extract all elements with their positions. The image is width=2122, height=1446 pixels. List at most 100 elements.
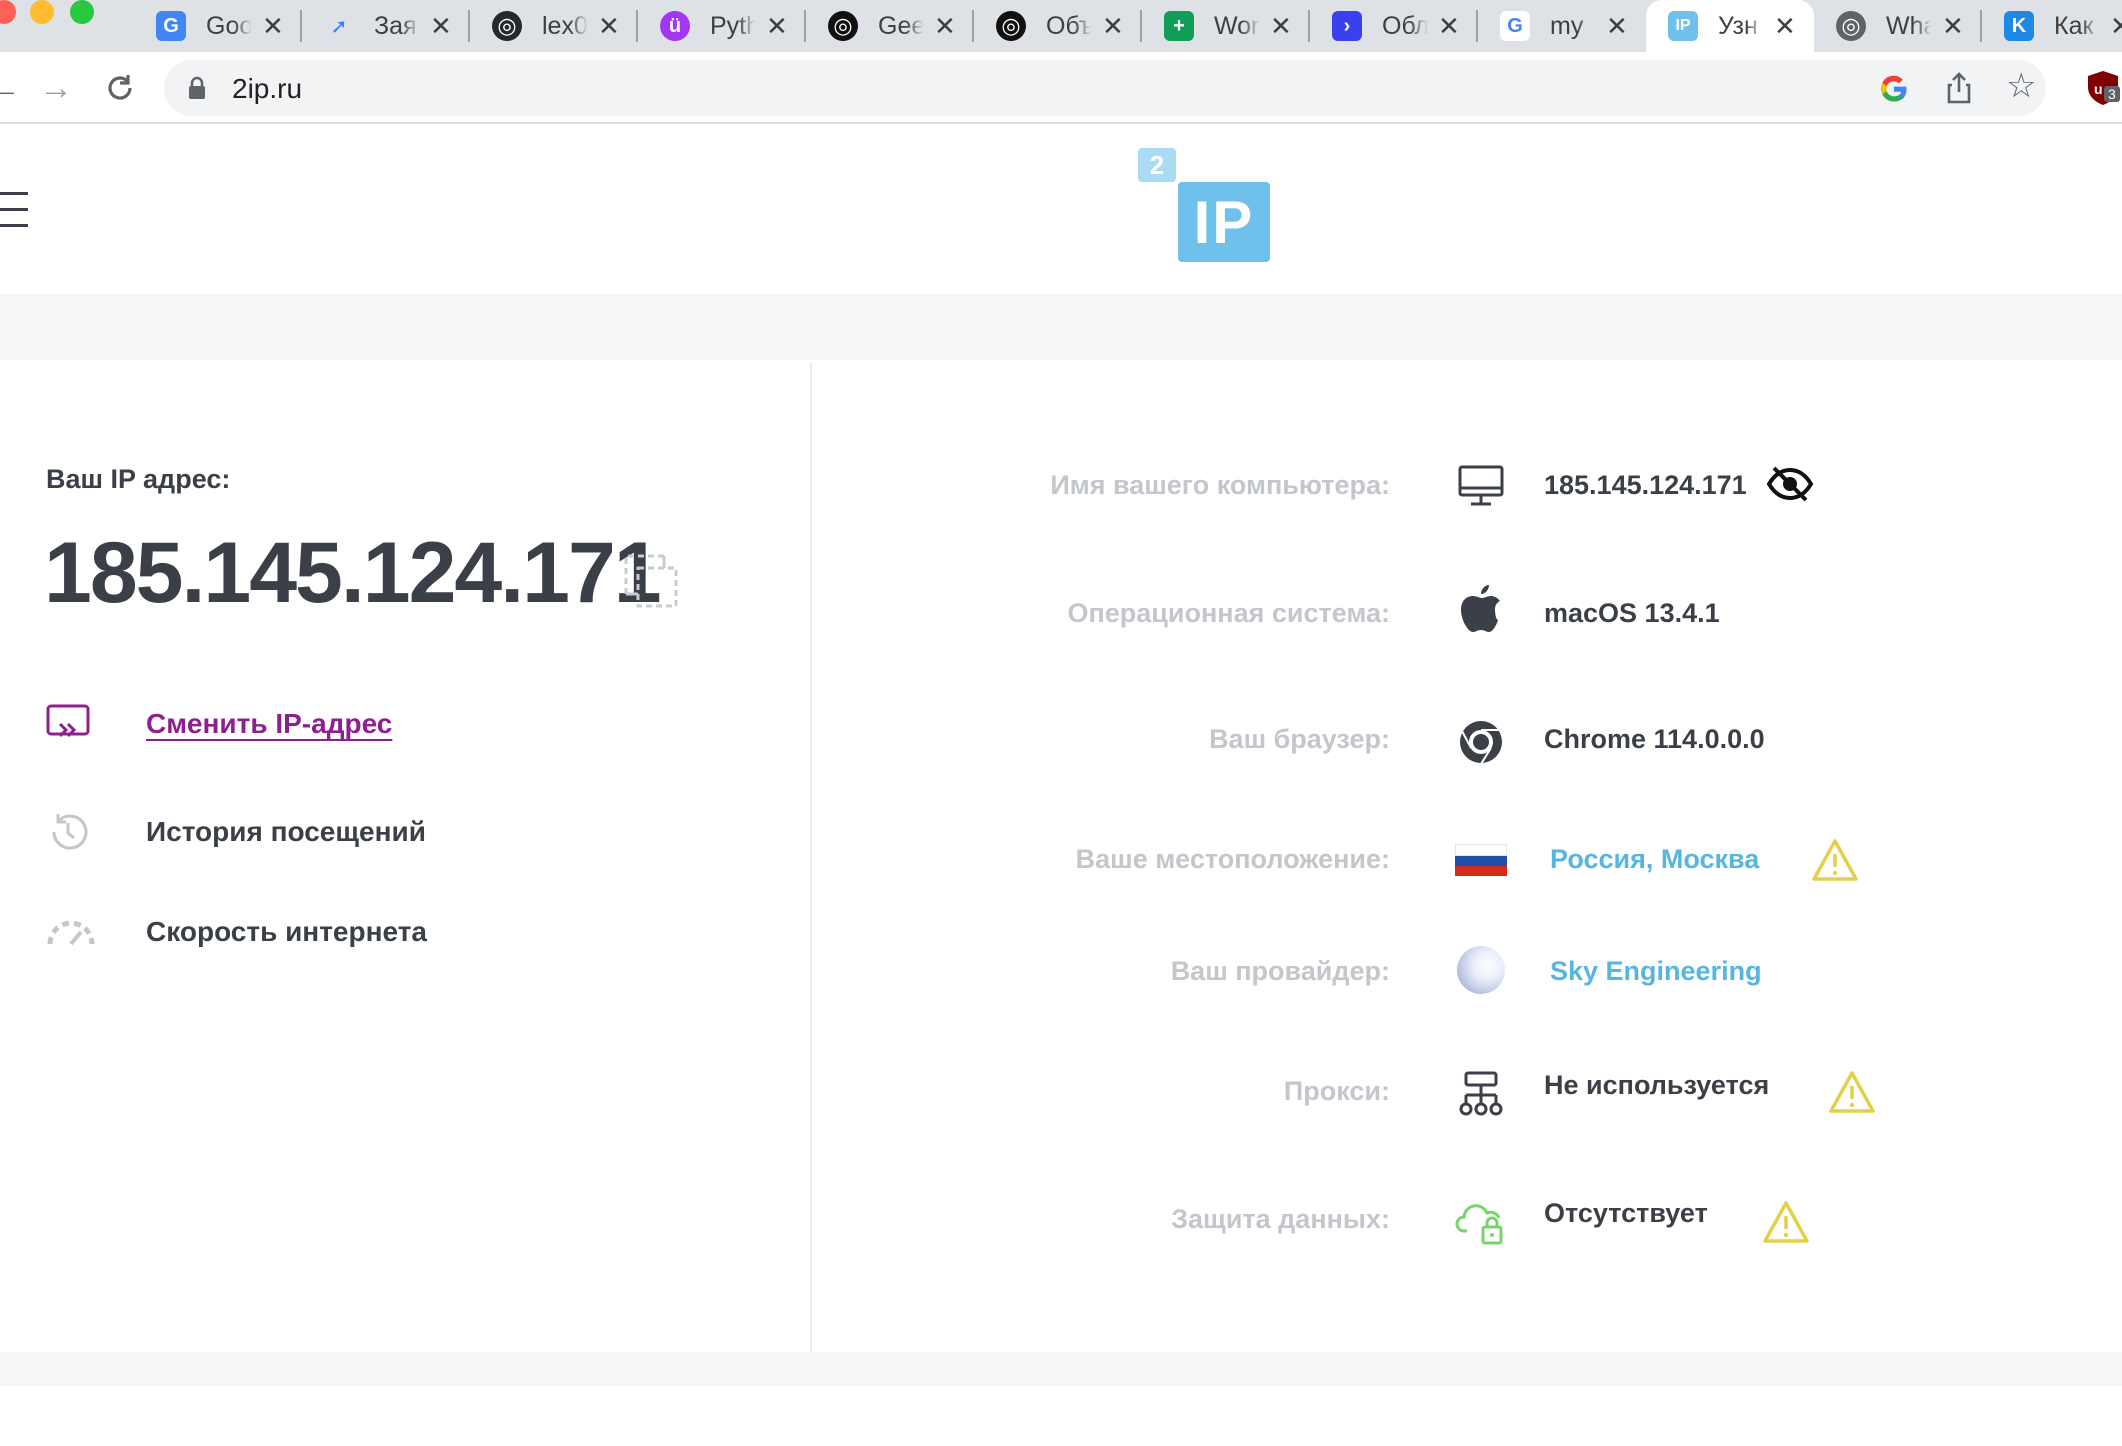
location-value[interactable]: Россия, Москва xyxy=(1550,844,1759,875)
proxy-value: Не используется xyxy=(1544,1070,1770,1100)
data-protection-value: Отсутствует xyxy=(1544,1198,1708,1228)
sheets-icon: + xyxy=(1164,11,1194,41)
hide-eye-icon[interactable] xyxy=(1766,464,1814,504)
data-protection-label: Защита данных: xyxy=(1171,1204,1390,1234)
location-warning-icon[interactable] xyxy=(1812,838,1858,882)
logo-small-text: 2 xyxy=(1149,149,1165,180)
data-protection-warning-icon[interactable] xyxy=(1763,1200,1809,1244)
proxy-warning-icon[interactable] xyxy=(1829,1070,1875,1114)
tab-title: Узн xyxy=(1718,11,1758,40)
provider-logo-icon xyxy=(1455,944,1507,996)
change-ip-icon xyxy=(46,704,90,738)
location-label: Ваше местоположение: xyxy=(1075,844,1390,874)
share-icon[interactable] xyxy=(1944,72,1974,104)
os-value: macOS 13.4.1 xyxy=(1544,598,1720,628)
browser-tab[interactable]: ➚ Зая ✕ xyxy=(302,0,470,52)
tab-title: Goo xyxy=(206,11,252,40)
tab-strip: G Goo ✕ ➚ Зая ✕ ◎ lex0 ✕ ü Pyth ✕ ◎ Gee ✕ ◎ Объ ✕ + Wor ✕ › Об… xyxy=(0,0,2122,52)
browser-tab[interactable]: ü Pyth ✕ xyxy=(638,0,806,52)
tab-close-icon[interactable]: ✕ xyxy=(1270,13,1292,39)
os-label: Операционная система: xyxy=(1067,598,1390,628)
tab-title: Зая xyxy=(374,11,417,40)
footer-band xyxy=(0,1352,2122,1386)
computer-name-label: Имя вашего компьютера: xyxy=(1050,470,1390,500)
svg-text:u: u xyxy=(2094,81,2103,97)
cloud-lock-icon xyxy=(1455,1196,1507,1248)
tab-title: Gee xyxy=(878,11,924,40)
hamburger-menu-icon[interactable] xyxy=(0,192,30,232)
panel-divider xyxy=(810,362,812,1352)
browser-tab[interactable]: + Wor ✕ xyxy=(1142,0,1310,52)
browser-tab[interactable]: ◎ lex0 ✕ xyxy=(470,0,638,52)
lock-icon xyxy=(189,76,205,99)
bookmark-star-icon[interactable]: ☆ xyxy=(2006,66,2036,106)
browser-label: Ваш браузер: xyxy=(1209,724,1390,754)
tab-title: Как xyxy=(2054,11,2094,40)
history-link-row[interactable]: История посещений xyxy=(46,810,426,854)
arrow-app-icon: › xyxy=(1332,11,1362,41)
tab-title: Wor xyxy=(1214,11,1260,40)
change-ip-link[interactable]: Сменить IP-адрес xyxy=(146,708,392,740)
tab-close-icon[interactable]: ✕ xyxy=(262,13,284,39)
browser-tab[interactable]: ◎ Wha ✕ xyxy=(1814,0,1982,52)
minimize-window-button[interactable] xyxy=(30,0,54,24)
tab-close-icon[interactable]: ✕ xyxy=(1102,13,1124,39)
computer-name-value: 185.145.124.171 xyxy=(1544,470,1747,500)
copy-icon[interactable] xyxy=(624,554,678,608)
tab-close-icon[interactable]: ✕ xyxy=(598,13,620,39)
russia-flag-icon xyxy=(1455,834,1507,886)
history-icon xyxy=(52,814,88,850)
tab-close-icon[interactable]: ✕ xyxy=(2110,13,2122,39)
browser-tab[interactable]: IP Узн ✕ xyxy=(1646,0,1814,52)
chrome-icon xyxy=(1455,716,1507,768)
browser-tab[interactable]: ◎ Gee ✕ xyxy=(806,0,974,52)
github-icon: ◎ xyxy=(492,11,522,41)
browser-value: Chrome 114.0.0.0 xyxy=(1544,724,1765,754)
udemy-icon: ü xyxy=(660,11,690,41)
google-lens-icon[interactable] xyxy=(1879,74,1909,104)
k-icon: K xyxy=(2004,11,2034,41)
google-translate-icon: G xyxy=(156,11,186,41)
browser-tab[interactable]: › Обл ✕ xyxy=(1310,0,1478,52)
reload-icon[interactable] xyxy=(100,68,140,108)
speedometer-icon xyxy=(47,920,95,946)
tab-close-icon[interactable]: ✕ xyxy=(934,13,956,39)
address-bar[interactable]: 2ip.ru ☆ xyxy=(164,60,2046,116)
browser-toolbar: ← → 2ip.ru ☆ u 3 xyxy=(0,52,2122,124)
change-ip-link-row[interactable]: Сменить IP-адрес xyxy=(46,704,392,746)
openai-icon: ◎ xyxy=(996,11,1026,41)
zoom-window-button[interactable] xyxy=(70,0,94,24)
browser-tab[interactable]: G Goo ✕ xyxy=(134,0,302,52)
tab-title: Wha xyxy=(1886,11,1932,40)
monitor-icon xyxy=(1455,460,1507,512)
tab-close-icon[interactable]: ✕ xyxy=(430,13,452,39)
2ip-icon: IP xyxy=(1668,11,1698,41)
ip-address-value: 185.145.124.171 xyxy=(44,525,662,621)
tab-title: Pyth xyxy=(710,11,756,40)
history-link[interactable]: История посещений xyxy=(146,816,426,848)
tab-title: Объ xyxy=(1046,11,1092,40)
browser-tab[interactable]: K Как ✕ xyxy=(1982,0,2122,52)
back-icon[interactable]: ← xyxy=(0,68,24,108)
tab-close-icon[interactable]: ✕ xyxy=(1606,13,1628,39)
tab-close-icon[interactable]: ✕ xyxy=(766,13,788,39)
tab-close-icon[interactable]: ✕ xyxy=(1942,13,1964,39)
provider-value[interactable]: Sky Engineering xyxy=(1550,956,1762,987)
site-logo[interactable]: 2 IP xyxy=(1138,148,1272,266)
speed-link-row[interactable]: Скорость интернета xyxy=(46,916,427,950)
close-window-button[interactable] xyxy=(0,0,16,24)
page-content: 2 IP Ваш IP адрес: 185.145.124.171 Смени… xyxy=(0,126,2122,1446)
google-icon: G xyxy=(1500,11,1530,41)
globe-icon: ◎ xyxy=(1836,11,1866,41)
ublock-extension-icon[interactable]: u 3 xyxy=(2086,70,2120,106)
tab-title: lex0 xyxy=(542,11,588,40)
tab-close-icon[interactable]: ✕ xyxy=(1774,13,1796,39)
tab-close-icon[interactable]: ✕ xyxy=(1438,13,1460,39)
browser-tab[interactable]: Gmy ✕ xyxy=(1478,0,1646,52)
forward-icon[interactable]: → xyxy=(36,68,76,108)
provider-label: Ваш провайдер: xyxy=(1170,956,1390,986)
browser-tab[interactable]: ◎ Объ ✕ xyxy=(974,0,1142,52)
speed-link[interactable]: Скорость интернета xyxy=(146,916,427,948)
logo-main-text: IP xyxy=(1193,188,1255,256)
openai-icon: ◎ xyxy=(828,11,858,41)
